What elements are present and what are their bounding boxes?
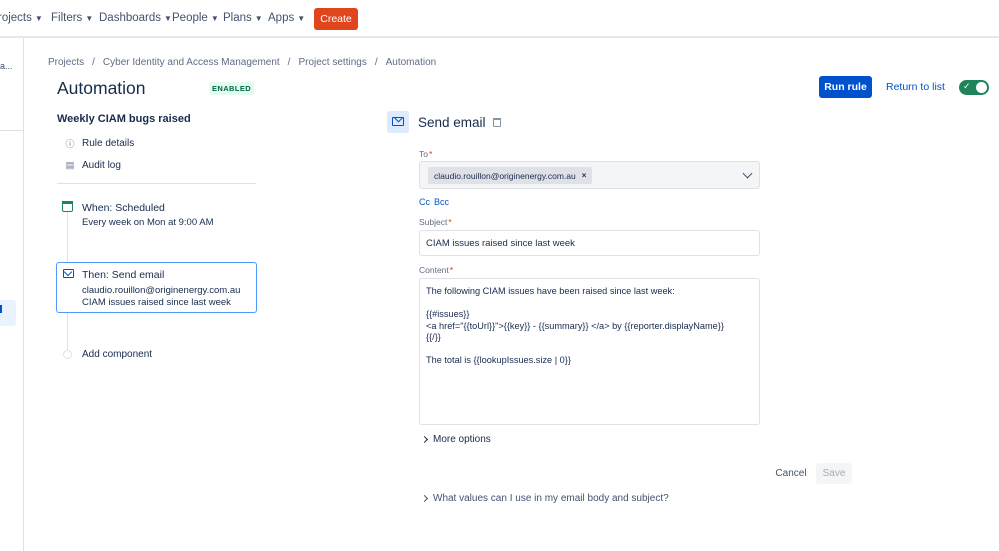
recipient-chip-label: claudio.rouillon@originenergy.com.au [434,170,576,181]
active-indicator [0,305,2,313]
recipient-chip: claudio.rouillon@originenergy.com.au × [428,167,593,184]
rule-details-label: Rule details [82,138,135,149]
breadcrumb-separator: / [287,57,291,68]
subject-label-text: Subject [419,217,448,227]
trigger-title[interactable]: When: Scheduled [82,202,165,214]
nav-filters-label: Filters [51,12,83,24]
action-subject: CIAM issues raised since last week [82,297,231,308]
left-sidebar: a... [0,38,24,551]
chevron-right-icon [420,435,429,444]
subject-label: Subject* [419,217,452,227]
run-rule-button[interactable]: Run rule [819,76,872,98]
breadcrumb-project[interactable]: Cyber Identity and Access Management [103,57,280,68]
nav-filters[interactable]: Filters ▼ [51,12,93,24]
more-options-label: More options [433,434,491,445]
section-title: Send email [418,115,486,130]
action-card[interactable]: Then: Send email claudio.rouillon@origin… [56,262,257,313]
rule-divider [57,183,256,184]
nav-projects[interactable]: rojects ▼ [0,12,43,24]
rule-name: Weekly CIAM bugs raised [57,113,191,125]
audit-log-label: Audit log [82,160,121,171]
nav-apps[interactable]: Apps ▼ [268,12,305,24]
top-navigation: rojects ▼ Filters ▼ Dashboards ▼ People ▼ Pl… [0,0,999,38]
nav-dashboards[interactable]: Dashboards ▼ [99,12,172,24]
return-to-list-link[interactable]: Return to list [886,81,945,93]
action-title: Then: Send email [82,269,165,281]
nav-dashboards-label: Dashboards [99,12,162,24]
chevron-down-icon: ▼ [34,13,43,23]
create-button[interactable]: Create [314,8,358,30]
cc-link[interactable]: Cc [419,197,430,207]
chevron-down-icon[interactable] [742,168,753,179]
content-line [426,298,753,310]
content-line: The following CIAM issues have been rais… [426,286,675,296]
status-badge: ENABLED [209,82,255,95]
bcc-link[interactable]: Bcc [434,197,449,207]
nav-apps-label: Apps [268,12,295,24]
trigger-subtitle[interactable]: Every week on Mon at 9:00 AM [82,217,213,228]
page-title: Automation [57,78,146,98]
action-recipient: claudio.rouillon@originenergy.com.au [82,285,241,296]
chevron-down-icon: ▼ [254,13,263,23]
chevron-right-icon [420,494,429,503]
document-icon: ▤ [65,160,75,170]
content-line: The total is {{lookupIssues.size | 0}} [426,355,571,365]
sidebar-item-active[interactable] [0,300,16,326]
rule-details-link[interactable]: ⓘ Rule details [64,137,134,150]
to-label: To* [419,149,433,159]
close-icon[interactable]: × [582,171,587,180]
chevron-down-icon: ▼ [210,13,219,23]
content-line: <a href="{{toUrl}}">{{key}} - {{summary}… [426,320,724,331]
email-values-help-toggle[interactable]: What values can I use in my email body a… [420,493,669,504]
email-values-help-label: What values can I use in my email body a… [433,493,669,504]
breadcrumb: Projects / Cyber Identity and Access Man… [48,57,436,68]
to-label-text: To [419,149,428,159]
email-icon [387,111,409,133]
breadcrumb-projects[interactable]: Projects [48,57,84,68]
more-options-toggle[interactable]: More options [420,434,491,445]
sidebar-project-name[interactable]: a... [0,61,13,71]
breadcrumb-automation[interactable]: Automation [386,57,437,68]
add-component-button[interactable]: Add component [82,349,152,360]
audit-log-link[interactable]: ▤ Audit log [64,160,121,171]
nav-people-label: People [172,12,208,24]
email-icon [63,269,74,278]
cancel-button[interactable]: Cancel [771,463,811,484]
nav-projects-label: rojects [0,12,32,24]
breadcrumb-project-settings[interactable]: Project settings [298,57,366,68]
chevron-down-icon: ▼ [297,13,306,23]
calendar-icon [62,201,73,212]
content-line: {{#issues}} [426,309,470,319]
content-textarea[interactable]: The following CIAM issues have been rais… [419,278,760,425]
rule-enabled-toggle[interactable]: ✓ [959,80,989,95]
trash-icon[interactable] [493,118,501,127]
content-label: Content* [419,265,454,275]
nav-people[interactable]: People ▼ [172,12,219,24]
toggle-knob [976,82,987,93]
add-component-dot [63,350,72,359]
nav-plans[interactable]: Plans ▼ [223,12,263,24]
info-icon: ⓘ [65,139,75,149]
subject-input[interactable]: CIAM issues raised since last week [419,230,760,256]
to-field[interactable]: claudio.rouillon@originenergy.com.au × [419,161,760,189]
content-label-text: Content [419,265,449,275]
nav-plans-label: Plans [223,12,252,24]
content-line [426,344,753,356]
save-button[interactable]: Save [816,463,852,484]
breadcrumb-separator: / [92,57,95,68]
check-icon: ✓ [963,81,971,91]
sidebar-divider [0,130,24,131]
breadcrumb-separator: / [374,57,378,68]
content-line: {{/}} [426,332,441,342]
chevron-down-icon: ▼ [85,13,94,23]
chevron-down-icon: ▼ [164,13,172,23]
